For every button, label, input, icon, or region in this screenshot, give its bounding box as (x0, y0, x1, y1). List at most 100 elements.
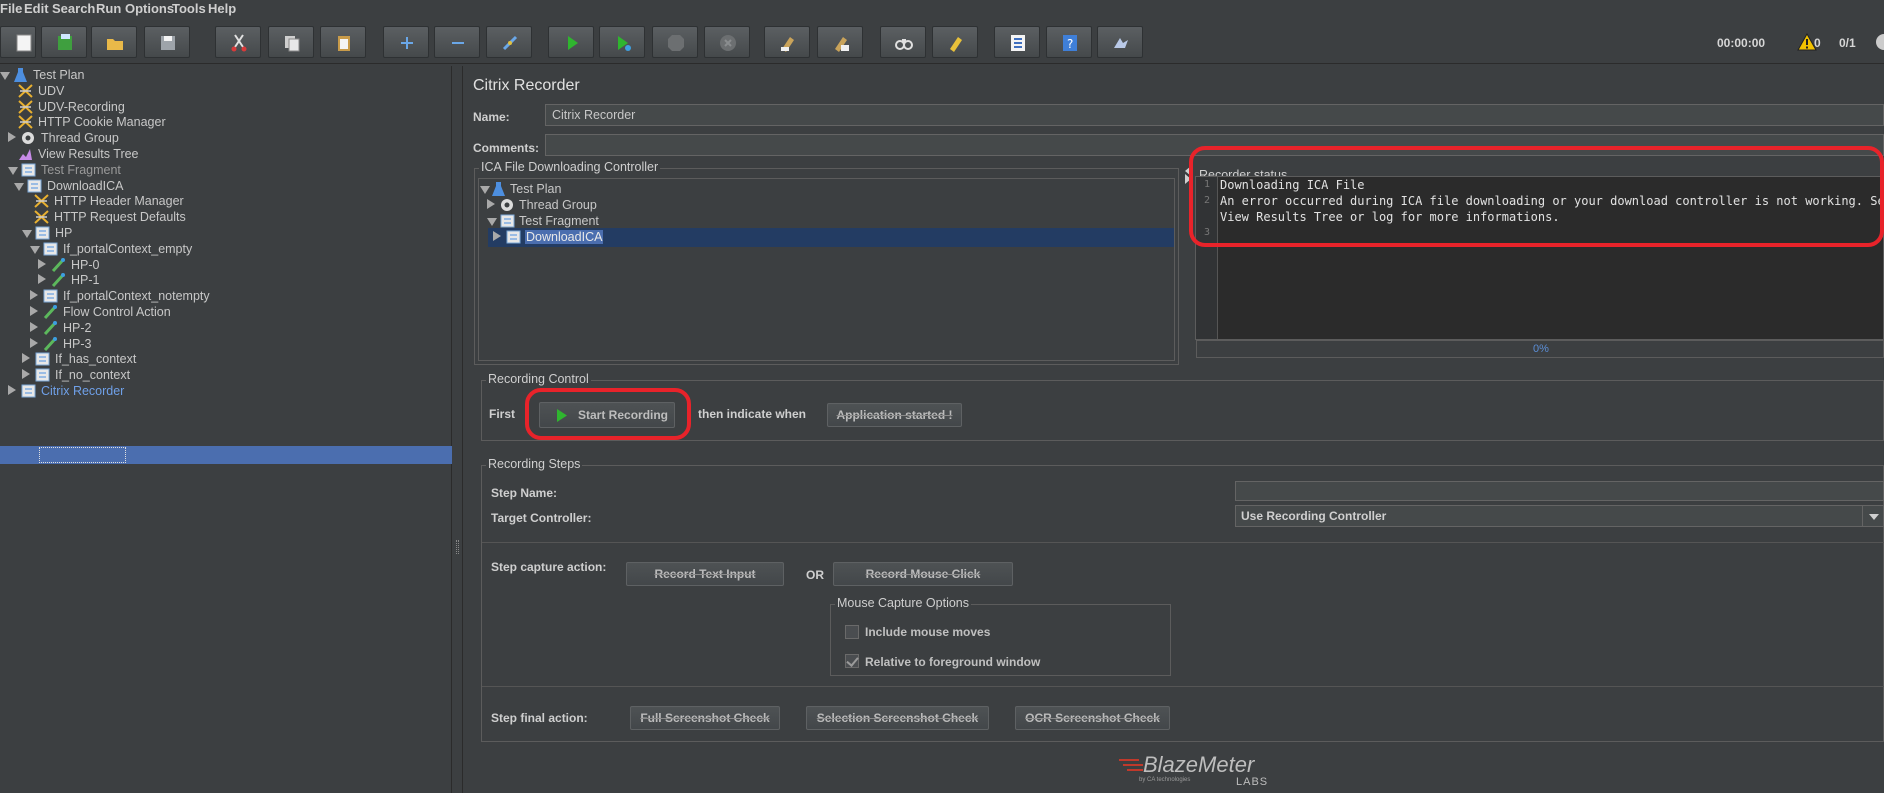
status-highlight-annotation (1189, 146, 1884, 247)
menu-edit[interactable]: Edit (24, 1, 49, 16)
collapsed-arrow-icon[interactable] (22, 369, 30, 380)
blazemeter-logo-text: BlazeMeter (1143, 752, 1255, 777)
ica-tree-item-downloadica[interactable]: DownloadICA (493, 228, 693, 247)
ica-tree-label: Test Plan (510, 182, 562, 196)
tree-item-label: HP-3 (63, 336, 92, 351)
expand-all-button[interactable] (383, 26, 429, 58)
tree-item-label: If_portalContext_empty (63, 241, 193, 256)
toggle-button[interactable] (486, 26, 532, 58)
collapsed-arrow-icon[interactable] (8, 132, 16, 143)
target-controller-value: Use Recording Controller (1241, 509, 1387, 523)
collapsed-arrow-icon[interactable] (30, 337, 38, 348)
cut-icon (231, 34, 247, 52)
expand-arrow-icon[interactable] (22, 230, 32, 238)
pane-splitter[interactable] (453, 66, 463, 793)
save-icon (161, 36, 175, 50)
application-started-button[interactable]: Application started ! (827, 403, 962, 427)
relative-foreground-checkbox[interactable] (845, 654, 859, 668)
collapse-all-button[interactable] (434, 26, 480, 58)
toolbar: ? (0, 18, 1884, 64)
cut-button[interactable] (215, 26, 261, 58)
collapse-icon (452, 42, 464, 44)
remote-button[interactable] (1097, 26, 1143, 58)
open-icon (107, 39, 123, 50)
templates-button[interactable] (41, 26, 87, 58)
expand-arrow-icon[interactable] (480, 186, 490, 194)
shutdown-button[interactable] (704, 26, 750, 58)
menu-options[interactable]: Options (125, 1, 174, 16)
active-threads: 0/1 (1839, 36, 1856, 50)
record-mouse-click-button[interactable]: Record Mouse Click (833, 562, 1013, 586)
controller-icon (21, 163, 36, 177)
collapsed-arrow-icon[interactable] (30, 306, 38, 316)
open-button[interactable] (91, 26, 137, 58)
new-icon (16, 34, 32, 52)
name-label: Name: (473, 110, 510, 124)
clear-all-icon (835, 37, 849, 52)
start-no-pauses-button[interactable] (599, 26, 645, 58)
menu-help[interactable]: Help (208, 1, 236, 16)
tree-item-label: UDV-Recording (38, 99, 125, 114)
function-helper-button[interactable] (994, 26, 1040, 58)
start-button[interactable] (548, 26, 594, 58)
collapsed-arrow-icon[interactable] (487, 199, 495, 209)
test-plan-tree: Test Plan UDV UDV-Recording HTTP Cookie Man… (0, 66, 452, 793)
help-button[interactable]: ? (1046, 26, 1092, 58)
ocr-screenshot-check-button[interactable]: OCR Screenshot Check (1015, 706, 1170, 730)
save-button[interactable] (144, 26, 190, 58)
collapsed-arrow-icon[interactable] (38, 258, 46, 269)
tree-item-label: Citrix Recorder (41, 384, 125, 398)
controller-icon (35, 352, 50, 366)
tree-item-label: If_has_context (55, 352, 137, 367)
page-title: Citrix Recorder (473, 77, 580, 94)
stop-button[interactable] (652, 26, 698, 58)
ica-controller-legend: ICA File Downloading Controller (479, 160, 661, 174)
chevron-down-icon[interactable] (1862, 506, 1884, 526)
paste-button[interactable] (320, 26, 366, 58)
comments-label: Comments: (473, 141, 540, 155)
selection-screenshot-check-button[interactable]: Selection Screenshot Check (806, 706, 989, 730)
name-field[interactable]: Citrix Recorder (545, 104, 1884, 126)
record-text-input-button[interactable]: Record Text Input (626, 562, 784, 586)
step-name-label: Step Name: (491, 486, 558, 500)
clear-icon (781, 37, 794, 52)
copy-button[interactable] (268, 26, 314, 58)
reset-search-button[interactable] (932, 26, 978, 58)
sampler-icon (43, 305, 57, 320)
tree-item-label: HP-1 (71, 273, 100, 288)
menu-file[interactable]: File (0, 1, 22, 16)
start-icon (568, 36, 578, 50)
sampler-icon (51, 273, 65, 288)
collapsed-arrow-icon[interactable] (30, 321, 38, 332)
menu-search[interactable]: Search (52, 1, 95, 16)
clear-button[interactable] (764, 26, 810, 58)
expand-arrow-icon[interactable] (14, 182, 24, 191)
shutdown-icon (720, 35, 736, 51)
full-screenshot-check-button[interactable]: Full Screenshot Check (630, 706, 780, 730)
target-controller-select[interactable]: Use Recording Controller (1235, 505, 1884, 527)
progress-percent: 0% (1533, 343, 1549, 355)
step-name-field[interactable] (1235, 481, 1884, 501)
collapsed-arrow-icon[interactable] (30, 290, 38, 301)
collapsed-arrow-icon[interactable] (38, 274, 46, 285)
sampler-icon (43, 320, 57, 335)
collapsed-arrow-icon[interactable] (493, 231, 501, 241)
include-mouse-moves-checkbox[interactable] (845, 625, 859, 639)
menu-run[interactable]: Run (96, 1, 121, 16)
relative-foreground-label: Relative to foreground window (865, 655, 1041, 669)
tree-item-label: Thread Group (41, 131, 119, 146)
search-button[interactable] (880, 26, 926, 58)
expand-arrow-icon[interactable] (487, 218, 497, 226)
expand-arrow-icon[interactable] (8, 166, 18, 175)
collapsed-arrow-icon[interactable] (8, 385, 16, 395)
menu-tools[interactable]: Tools (172, 1, 206, 16)
expand-arrow-icon[interactable] (30, 245, 40, 254)
start-recording-highlight-annotation (525, 388, 691, 440)
controller-icon (35, 226, 50, 240)
clear-all-button[interactable] (817, 26, 863, 58)
tree-item-citrix-recorder[interactable]: Citrix Recorder (8, 382, 408, 401)
expand-arrow-icon[interactable] (0, 72, 10, 80)
ica-tree-label: Test Fragment (519, 214, 599, 228)
collapsed-arrow-icon[interactable] (22, 353, 30, 364)
new-button[interactable] (0, 26, 36, 58)
